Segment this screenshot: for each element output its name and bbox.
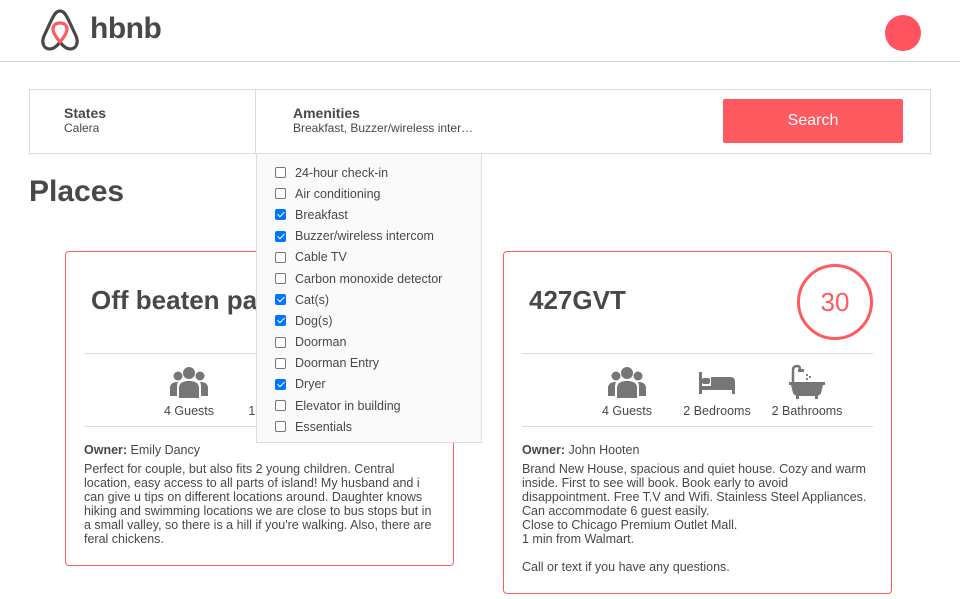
api-status-indicator bbox=[885, 15, 921, 51]
bathtub-icon bbox=[789, 364, 825, 399]
owner: Owner: John Hooten bbox=[522, 443, 639, 457]
amenity-checkbox[interactable] bbox=[275, 400, 286, 412]
amenity-item[interactable]: Essentials bbox=[257, 416, 481, 437]
place-description: Perfect for couple, but also fits 2 youn… bbox=[84, 462, 432, 546]
amenity-label: Cable TV bbox=[295, 250, 347, 265]
amenity-item[interactable]: Doorman bbox=[257, 332, 481, 353]
bathrooms-info: 2 Bathrooms bbox=[762, 364, 852, 418]
guests-info: 4 Guests bbox=[582, 364, 672, 418]
owner-name: John Hooten bbox=[568, 443, 640, 457]
amenity-item[interactable]: Breakfast bbox=[257, 204, 481, 225]
amenity-item[interactable]: Dog(s) bbox=[257, 310, 481, 331]
guests-label: 4 Guests bbox=[601, 404, 653, 418]
states-filter-title: States bbox=[64, 105, 107, 121]
owner-name: Emily Dancy bbox=[130, 443, 201, 457]
amenity-label: Cat(s) bbox=[295, 292, 330, 307]
bedrooms-label: 2 Bedrooms bbox=[683, 404, 751, 418]
amenity-label: Dryer bbox=[295, 377, 326, 392]
bed-icon bbox=[699, 372, 735, 394]
amenity-checkbox[interactable] bbox=[275, 251, 286, 263]
guests-info: 4 Guests bbox=[144, 364, 234, 418]
place-name: Off beaten path bbox=[91, 285, 282, 315]
logo-text: hbnb bbox=[90, 12, 162, 45]
place-information: 4 Guests 2 Bedrooms 2 Bathrooms bbox=[522, 353, 873, 427]
amenity-label: Dog(s) bbox=[295, 313, 333, 328]
amenity-checkbox[interactable] bbox=[275, 421, 286, 433]
amenity-checkbox[interactable] bbox=[275, 230, 286, 242]
amenity-checkbox[interactable] bbox=[275, 273, 286, 285]
amenity-label: Air conditioning bbox=[295, 186, 381, 201]
bathrooms-label: 2 Bathrooms bbox=[771, 404, 843, 418]
price-by-night: 30 bbox=[797, 264, 873, 340]
amenity-checkbox[interactable] bbox=[275, 188, 286, 200]
amenities-filter-value: Breakfast, Buzzer/wireless inter… bbox=[293, 121, 474, 135]
logo-icon bbox=[41, 9, 79, 51]
amenity-checkbox[interactable] bbox=[275, 315, 286, 327]
amenity-checkbox[interactable] bbox=[275, 378, 286, 390]
amenity-item[interactable]: 24-hour check-in bbox=[257, 162, 481, 183]
place-description: Brand New House, spacious and quiet hous… bbox=[522, 462, 867, 574]
amenity-checkbox[interactable] bbox=[275, 209, 286, 221]
amenity-label: 24-hour check-in bbox=[295, 165, 389, 180]
amenity-item[interactable]: Air conditioning bbox=[257, 183, 481, 204]
amenity-label: Essentials bbox=[295, 419, 352, 434]
guests-icon bbox=[608, 367, 646, 398]
guests-icon bbox=[170, 367, 208, 398]
amenity-checkbox[interactable] bbox=[275, 167, 286, 179]
amenity-item[interactable]: Buzzer/wireless intercom bbox=[257, 226, 481, 247]
amenity-item[interactable]: Cat(s) bbox=[257, 289, 481, 310]
place-card: 427GVT 30 4 Guests 2 Bedrooms 2 Bathroom… bbox=[503, 251, 892, 594]
owner-label: Owner: bbox=[84, 443, 128, 457]
place-name: 427GVT bbox=[529, 285, 626, 315]
amenities-filter-title: Amenities bbox=[293, 105, 360, 121]
amenities-dropdown: 24-hour check-in Air conditioning Breakf… bbox=[256, 154, 482, 443]
owner: Owner: Emily Dancy bbox=[84, 443, 200, 457]
states-filter[interactable]: States Calera bbox=[30, 90, 256, 153]
amenity-checkbox[interactable] bbox=[275, 336, 286, 348]
header: hbnb bbox=[0, 0, 960, 62]
states-filter-value: Calera bbox=[64, 121, 100, 135]
amenities-filter[interactable]: Amenities Breakfast, Buzzer/wireless int… bbox=[256, 90, 496, 153]
amenity-item[interactable]: Dryer bbox=[257, 374, 481, 395]
amenity-item[interactable]: Carbon monoxide detector bbox=[257, 268, 481, 289]
amenity-checkbox[interactable] bbox=[275, 357, 286, 369]
amenity-label: Elevator in building bbox=[295, 398, 401, 413]
amenity-label: Carbon monoxide detector bbox=[295, 271, 443, 286]
filters-bar: States Calera Amenities Breakfast, Buzze… bbox=[29, 89, 931, 154]
amenity-item[interactable]: Cable TV bbox=[257, 247, 481, 268]
owner-label: Owner: bbox=[522, 443, 566, 457]
amenity-item[interactable]: Elevator in building bbox=[257, 395, 481, 416]
amenity-checkbox[interactable] bbox=[275, 294, 286, 306]
search-button[interactable]: Search bbox=[723, 99, 903, 143]
amenity-label: Buzzer/wireless intercom bbox=[295, 229, 434, 244]
amenity-label: Doorman Entry bbox=[295, 356, 380, 371]
guests-label: 4 Guests bbox=[163, 404, 215, 418]
amenity-label: Doorman bbox=[295, 335, 347, 350]
places-title: Places bbox=[29, 175, 125, 208]
amenity-label: Breakfast bbox=[295, 207, 348, 222]
bedrooms-info: 2 Bedrooms bbox=[672, 364, 762, 418]
amenity-item[interactable]: Doorman Entry bbox=[257, 353, 481, 374]
amenities-list: 24-hour check-in Air conditioning Breakf… bbox=[257, 154, 481, 437]
